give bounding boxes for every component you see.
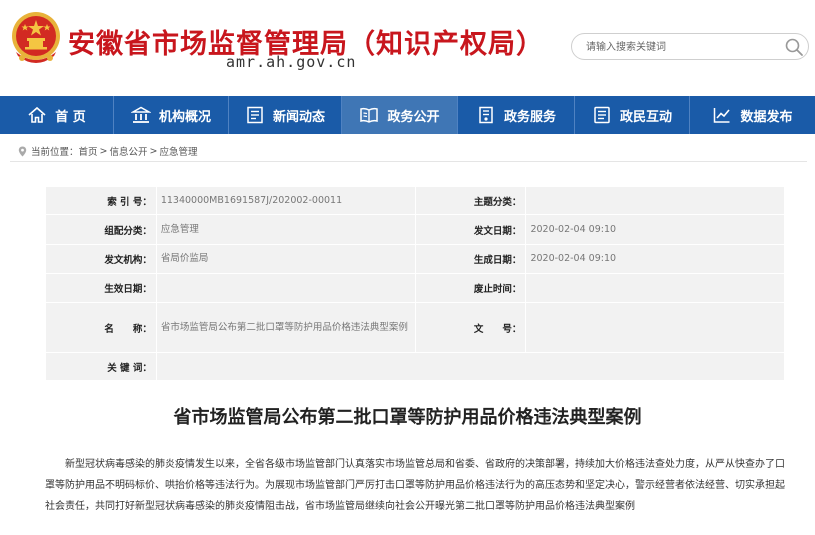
nav-item-interaction[interactable]: 政民互动 [575, 96, 690, 134]
nav-label: 政民互动 [619, 109, 672, 125]
service-icon [479, 106, 493, 124]
topic-label: 主题分类： [414, 186, 527, 215]
date-label: 发文日期： [414, 214, 527, 245]
expire-label: 废止时间： [414, 273, 527, 303]
national-emblem-icon [12, 12, 60, 63]
keywords-label: 关 键 词： [45, 352, 157, 381]
nav-item-home[interactable]: 首 页 [0, 96, 114, 134]
breadcrumb-home[interactable]: 首页 [79, 144, 98, 158]
breadcrumb: 当前位置： 首页 > 信息公开 > 应急管理 [18, 144, 198, 158]
org-value: 省局价监局 [155, 244, 416, 274]
nav-label: 机构概况 [158, 109, 211, 125]
breadcrumb-separator: > [149, 145, 158, 157]
created-label: 生成日期： [414, 244, 527, 274]
nav-label: 新闻动态 [272, 109, 325, 125]
nav-label: 数据发布 [740, 109, 793, 125]
name-label: 名 称： [45, 302, 157, 353]
breadcrumb-prefix: 当前位置： [31, 147, 79, 158]
created-value: 2020-02-04 09:10 [525, 244, 785, 274]
search-input[interactable] [586, 38, 776, 56]
home-icon [28, 106, 46, 123]
date-value: 2020-02-04 09:10 [525, 214, 785, 245]
breadcrumb-separator: > [99, 145, 108, 157]
interaction-icon [594, 106, 610, 124]
breadcrumb-divider [10, 161, 807, 162]
site-domain: amr.ah.gov.cn [226, 53, 357, 71]
topic-value [525, 186, 785, 215]
nav-label: 政务公开 [387, 109, 440, 125]
nav-label: 政务服务 [503, 109, 556, 125]
building-icon [130, 106, 151, 123]
docno-value [525, 302, 785, 353]
search-box [571, 33, 809, 60]
effective-value [155, 273, 416, 303]
site-header: 安徽省市场监督管理局（知识产权局） amr.ah.gov.cn [0, 0, 815, 96]
book-icon [360, 107, 379, 123]
article-body: 新型冠状病毒感染的肺炎疫情发生以来，全省各级市场监管部门认真落实市场监管总局和省… [45, 459, 785, 512]
nav-item-data[interactable]: 数据发布 [690, 96, 815, 134]
keywords-value [155, 352, 786, 381]
expire-value [525, 273, 785, 303]
nav-item-news[interactable]: 新闻动态 [229, 96, 342, 134]
article-title: 省市场监管局公布第二批口罩等防护用品价格违法典型案例 [173, 407, 642, 428]
nav-item-about[interactable]: 机构概况 [114, 96, 229, 134]
index-label: 索 引 号： [45, 186, 157, 215]
org-label: 发文机构： [45, 244, 157, 274]
nav-label: 首 页 [55, 109, 86, 125]
chart-icon [714, 108, 731, 123]
nav-item-services[interactable]: 政务服务 [458, 96, 575, 134]
nav-item-gov-affairs[interactable]: 政务公开 [342, 96, 458, 134]
document-info-table: 索 引 号： 11340000MB1691587J/202002-00011 主… [45, 186, 786, 381]
docno-label: 文 号： [414, 302, 527, 353]
effective-label: 生效日期： [45, 273, 157, 303]
name-value: 省市场监管局公布第二批口罩等防护用品价格违法典型案例 [155, 302, 416, 353]
search-icon[interactable] [784, 37, 804, 57]
location-pin-icon [18, 146, 27, 156]
breadcrumb-emergency[interactable]: 应急管理 [159, 144, 197, 158]
news-icon [247, 106, 263, 124]
category-label: 组配分类： [45, 214, 157, 245]
main-nav: 首 页 机构概况 新闻动态 政务公开 政务服务 政民互动 数据发布 [0, 96, 815, 134]
breadcrumb-info[interactable]: 信息公开 [110, 144, 148, 158]
index-value: 11340000MB1691587J/202002-00011 [155, 186, 416, 215]
category-value: 应急管理 [155, 214, 416, 245]
